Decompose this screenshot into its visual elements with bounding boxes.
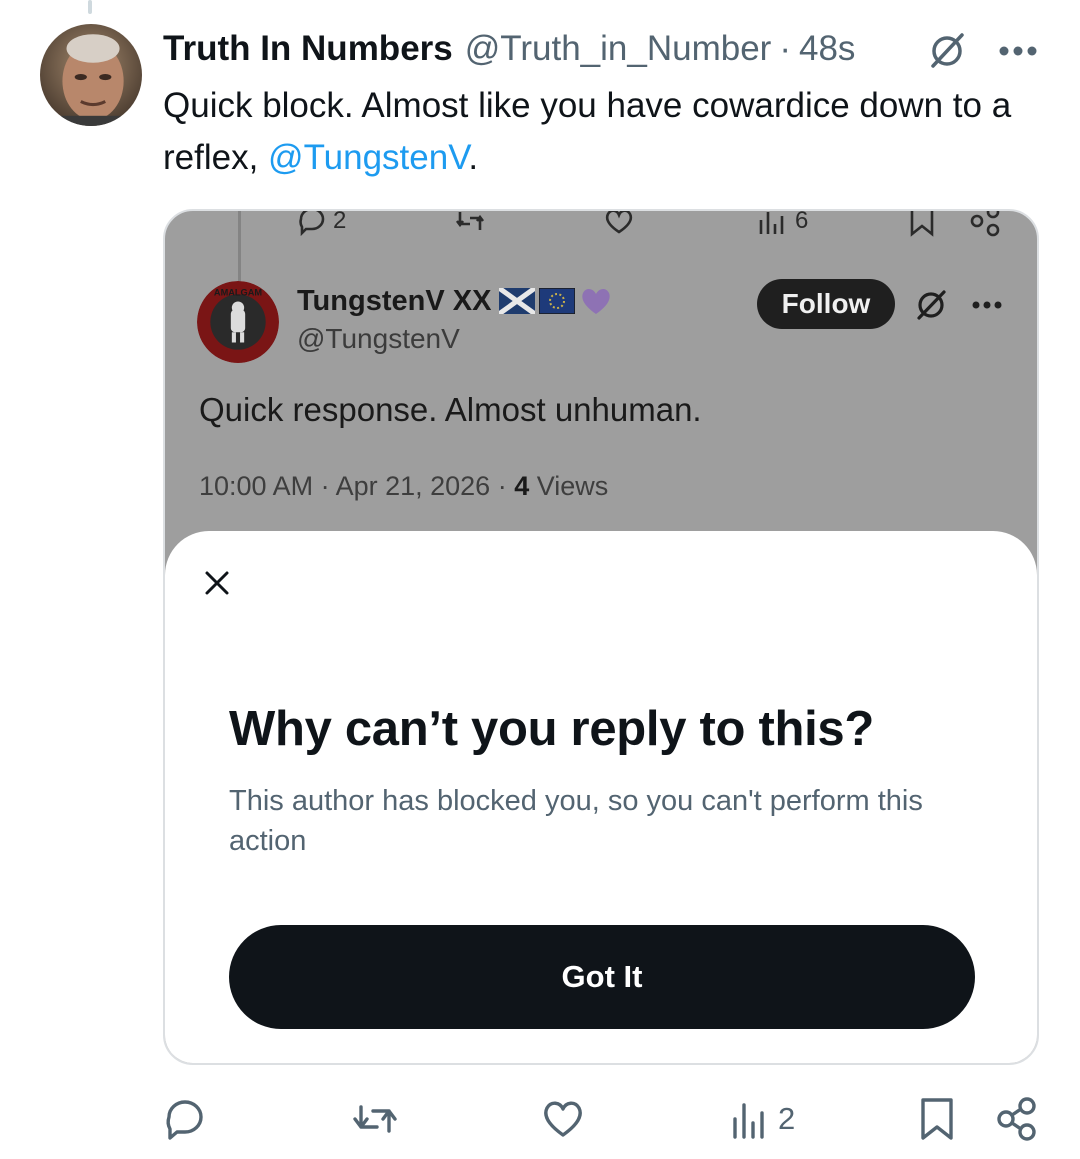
embedded-tweet-text: Quick response. Almost unhuman. xyxy=(199,391,702,428)
bookmark-button[interactable] xyxy=(918,1094,956,1144)
sheet-body: This author has blocked you, so you can'… xyxy=(229,785,923,857)
embedded-reply-count: 2 xyxy=(333,209,347,234)
tweet-text-end: . xyxy=(468,138,479,177)
name-emoji-flags xyxy=(499,286,613,316)
embedded-timestamp: 10:00 AM · Apr 21, 2026 · xyxy=(199,471,515,501)
embedded-views-label: Views xyxy=(529,471,609,501)
views-button[interactable]: 2 xyxy=(730,1094,795,1144)
tweet-header: Truth In Numbers @Truth_in_Number · 48s xyxy=(163,26,855,72)
purple-heart-icon xyxy=(582,288,611,314)
embedded-views-number: 4 xyxy=(514,471,530,501)
like-icon xyxy=(603,211,635,241)
bookmark-icon xyxy=(921,1098,953,1140)
embedded-views: 6 xyxy=(757,209,809,241)
reply-button[interactable] xyxy=(163,1094,207,1144)
embedded-author-name: TungstenV XX xyxy=(297,284,492,317)
share-icon xyxy=(997,1097,1036,1141)
tweet-text: Quick block. Almost like you have coward… xyxy=(163,80,1043,184)
embedded-more-icon xyxy=(965,283,1009,327)
scotland-flag-icon xyxy=(499,288,536,314)
retweet-icon xyxy=(353,1105,397,1133)
grok-icon[interactable] xyxy=(924,28,970,74)
share-icon xyxy=(969,211,1001,241)
embedded-reply: 2 xyxy=(297,209,347,241)
more-icon[interactable] xyxy=(995,28,1041,74)
share-button[interactable] xyxy=(996,1094,1038,1144)
reply-icon xyxy=(166,1100,203,1140)
views-count: 2 xyxy=(778,1101,796,1136)
mention-link[interactable]: @TungstenV xyxy=(268,138,468,177)
avatar-ring-text: AMALGAM xyxy=(214,287,262,297)
views-icon xyxy=(733,1103,764,1139)
screenshot-card[interactable]: 2 6 AMALGAM TungstenV XX @TungstenV Foll… xyxy=(163,209,1039,1065)
embedded-author-handle: @TungstenV xyxy=(297,323,460,354)
sheet-title: Why can’t you reply to this? xyxy=(229,702,874,756)
embedded-author-avatar: AMALGAM xyxy=(197,281,279,363)
embedded-grok-icon xyxy=(909,283,953,327)
reply-icon xyxy=(299,211,325,236)
author-handle[interactable]: @Truth_in_Number xyxy=(465,29,772,69)
views-icon xyxy=(759,212,784,234)
thread-line xyxy=(88,0,92,14)
got-it-button: Got It xyxy=(229,925,975,1029)
author-name[interactable]: Truth In Numbers xyxy=(163,29,453,69)
eu-flag-icon xyxy=(539,288,576,314)
tweet-time[interactable]: 48s xyxy=(799,29,855,69)
separator-dot: · xyxy=(779,29,791,68)
blocked-bottom-sheet: Why can’t you reply to this? This author… xyxy=(165,531,1037,1063)
embedded-top-actions: 2 6 xyxy=(165,209,1037,245)
like-button[interactable] xyxy=(540,1094,586,1144)
follow-button: Follow xyxy=(757,279,895,329)
author-avatar[interactable] xyxy=(40,24,142,126)
embedded-tweet-meta: 10:00 AM · Apr 21, 2026 · 4 Views xyxy=(199,471,608,502)
like-icon xyxy=(544,1101,582,1137)
embedded-name-row: TungstenV XX xyxy=(297,281,613,321)
retweet-button[interactable] xyxy=(352,1094,398,1144)
retweet-icon xyxy=(455,211,485,241)
bookmark-icon xyxy=(909,211,935,241)
embedded-views-count: 6 xyxy=(795,209,809,234)
close-icon xyxy=(195,561,239,605)
